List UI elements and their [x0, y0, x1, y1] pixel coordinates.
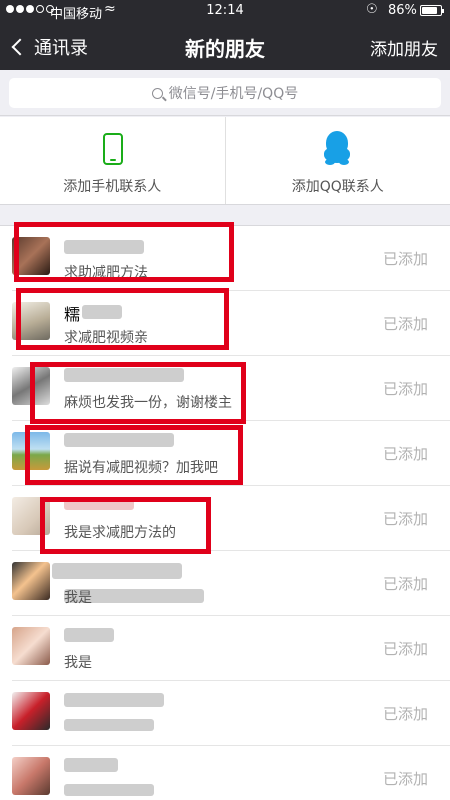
add-friend-button[interactable]: 添加朋友 — [370, 35, 438, 60]
blurred-name — [82, 305, 122, 319]
blurred-name — [64, 240, 144, 254]
avatar — [12, 757, 50, 795]
request-message: 我是 — [64, 655, 92, 671]
blurred-name — [64, 433, 174, 447]
friend-request-row[interactable]: 糯 求减肥视频亲 已添加 — [0, 291, 450, 356]
add-phone-contacts-label: 添加手机联系人 — [63, 179, 162, 195]
avatar — [12, 302, 50, 340]
request-message: 麻烦也发我一份，谢谢楼主 — [64, 395, 232, 411]
rotation-lock-icon: ☉ — [366, 2, 378, 17]
friend-request-row[interactable]: 麻烦也发我一份，谢谢楼主 已添加 — [0, 356, 450, 421]
battery-icon — [420, 5, 444, 16]
blurred-name — [64, 498, 134, 510]
avatar — [12, 497, 50, 535]
request-message: 我是 — [64, 590, 92, 606]
add-qq-contacts-label: 添加QQ联系人 — [291, 179, 384, 195]
avatar — [12, 237, 50, 275]
friend-request-row[interactable]: 求助减肥方法 已添加 — [0, 226, 450, 291]
add-contacts-panel: 添加手机联系人 添加QQ联系人 — [0, 117, 450, 205]
blurred-name — [64, 758, 118, 772]
friend-request-row[interactable]: 已添加 — [0, 681, 450, 746]
added-status: 已添加 — [382, 250, 428, 268]
request-message: 我是求减肥方法的 — [64, 525, 176, 541]
search-icon — [151, 87, 163, 99]
avatar — [12, 367, 50, 405]
blurred-message — [64, 784, 154, 796]
blurred-name — [52, 563, 182, 579]
friend-request-row[interactable]: 据说有减肥视频？加我吧 已添加 — [0, 421, 450, 486]
phone-icon — [103, 133, 123, 165]
avatar — [12, 562, 50, 600]
add-qq-contacts-button[interactable]: 添加QQ联系人 — [224, 117, 450, 204]
friend-request-row[interactable]: 我是 已添加 — [0, 616, 450, 681]
added-status: 已添加 — [382, 445, 428, 463]
qq-penguin-icon — [323, 131, 351, 167]
avatar — [12, 432, 50, 470]
added-status: 已添加 — [382, 705, 428, 723]
avatar — [12, 627, 50, 665]
blurred-message — [64, 719, 154, 731]
search-input[interactable]: 微信号/手机号/QQ号 — [9, 78, 441, 108]
battery-percentage: 86% — [388, 3, 417, 18]
status-bar: 中国移动 ≈ 12:14 ☉ 86% — [0, 0, 450, 22]
clock: 12:14 — [206, 3, 244, 18]
friend-request-row[interactable]: 我是求减肥方法的 已添加 — [0, 486, 450, 551]
blurred-name — [64, 693, 164, 707]
search-placeholder: 微信号/手机号/QQ号 — [168, 86, 299, 102]
blurred-name — [64, 628, 114, 642]
request-message: 求减肥视频亲 — [64, 330, 148, 346]
request-message: 据说有减肥视频？加我吧 — [64, 460, 218, 476]
added-status: 已添加 — [382, 575, 428, 593]
friend-request-row[interactable]: 我是 已添加 — [0, 551, 450, 616]
blurred-name — [64, 368, 184, 382]
friend-request-row[interactable]: 已添加 — [0, 746, 450, 800]
added-status: 已添加 — [382, 380, 428, 398]
added-status: 已添加 — [382, 510, 428, 528]
added-status: 已添加 — [382, 315, 428, 333]
request-message: 求助减肥方法 — [64, 265, 148, 281]
added-status: 已添加 — [382, 640, 428, 658]
add-phone-contacts-button[interactable]: 添加手机联系人 — [0, 117, 225, 204]
friend-request-list: 求助减肥方法 已添加 糯 求减肥视频亲 已添加 麻烦也发我一份，谢谢楼主 已添加… — [0, 225, 450, 800]
friend-name: 糯 — [64, 305, 81, 324]
avatar — [12, 692, 50, 730]
added-status: 已添加 — [382, 770, 428, 788]
search-section: 微信号/手机号/QQ号 — [0, 70, 450, 116]
navigation-bar: 通讯录 新的朋友 添加朋友 — [0, 22, 450, 70]
